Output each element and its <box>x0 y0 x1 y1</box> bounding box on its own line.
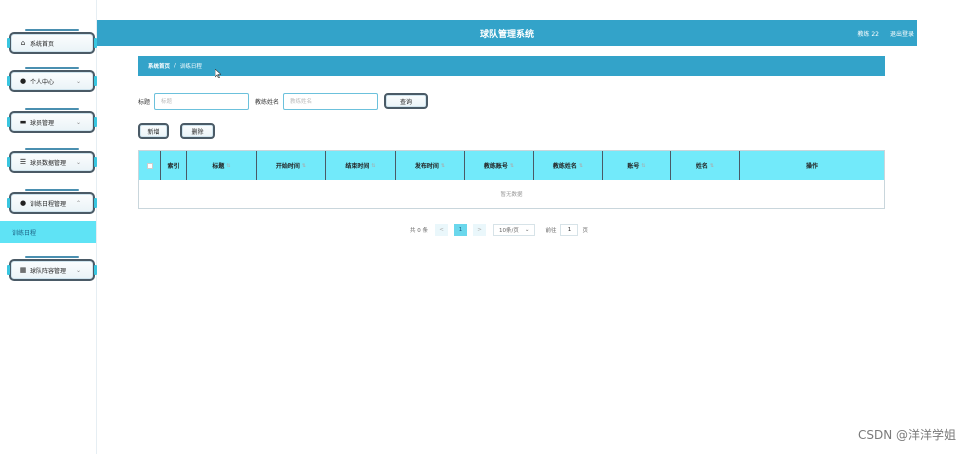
column-header[interactable]: 教练姓名 ⇅ <box>534 151 603 180</box>
logout-link[interactable]: 退出登录 <box>890 29 914 38</box>
pagination-total: 共 0 条 <box>410 228 428 234</box>
sidebar-item-profile[interactable]: ● 个人中心 ⌄ <box>7 67 97 92</box>
table-header: 索引 标题 ⇅ 开始时间 ⇅ 结束时间 ⇅ 发布时间 ⇅ 教练账号 ⇅ 教练姓名 ⇅ 账号 ⇅ <box>139 151 884 180</box>
sort-icon[interactable]: ⇅ <box>641 163 645 169</box>
user-icon: ● <box>19 77 27 85</box>
chevron-up-icon: ⌃ <box>75 199 81 207</box>
sort-icon[interactable]: ⇅ <box>371 163 375 169</box>
sidebar-item-players[interactable]: ▬ 球员管理 ⌄ <box>7 108 97 133</box>
sort-icon[interactable]: ⇅ <box>226 163 230 169</box>
app-title: 球队管理系统 <box>479 30 534 40</box>
column-header: 操作 <box>805 163 818 170</box>
column-header[interactable]: 账号 ⇅ <box>603 151 671 180</box>
sort-icon[interactable]: ⇅ <box>579 163 583 169</box>
sidebar-item-lineup[interactable]: ▦ 球队阵容管理 ⌄ <box>7 256 97 281</box>
list-icon: ☰ <box>19 158 27 166</box>
sort-icon[interactable]: ⇅ <box>441 163 445 169</box>
goto-page-input[interactable]: 1 <box>560 224 579 236</box>
schedule-table: 索引 标题 ⇅ 开始时间 ⇅ 结束时间 ⇅ 发布时间 ⇅ 教练账号 ⇅ 教练姓名 ⇅ 账号 ⇅ <box>138 150 885 209</box>
column-header[interactable]: 发布时间 ⇅ <box>396 151 465 180</box>
chevron-down-icon: ⌄ <box>75 266 81 274</box>
select-all-checkbox-cell[interactable] <box>139 151 161 180</box>
chevron-down-icon: ⌄ <box>524 227 530 233</box>
watermark: CSDN @洋洋学姐 <box>857 428 956 442</box>
page-number-button[interactable]: 1 <box>454 224 467 236</box>
column-header[interactable]: 标题 ⇅ <box>187 151 257 180</box>
chevron-down-icon: ⌄ <box>75 77 81 85</box>
table-empty-text: 暂无数据 <box>500 192 523 198</box>
title-search-input[interactable]: 标题 <box>154 92 250 110</box>
app: ⌂ 系统首页 ● 个人中心 ⌄ ▬ 球员管理 ⌄ ☰ 球员数据管理 ⌄ ● 训练… <box>0 0 970 454</box>
column-header[interactable]: 教练账号 ⇅ <box>465 151 534 180</box>
grid-icon: ▦ <box>19 266 27 274</box>
chevron-down-icon: ⌄ <box>75 158 81 166</box>
home-icon: ⌂ <box>20 39 26 47</box>
breadcrumb-current: 训练日程 <box>179 64 202 70</box>
sort-icon[interactable]: ⇅ <box>302 163 306 169</box>
user-icon: ● <box>19 199 27 207</box>
column-header[interactable]: 姓名 ⇅ <box>671 151 740 180</box>
sidebar-subitem-label: 训练日程 <box>12 229 37 237</box>
column-header: 索引 <box>161 151 187 180</box>
search-bar: 标题 标题 教练姓名 教练姓名 查询 <box>138 92 429 110</box>
sidebar: ⌂ 系统首页 ● 个人中心 ⌄ ▬ 球员管理 ⌄ ☰ 球员数据管理 ⌄ ● 训练… <box>0 0 97 454</box>
column-header[interactable]: 开始时间 ⇅ <box>257 151 326 180</box>
pagination: 共 0 条 < 1 > 10条/页 ⌄ 前往 1 页 <box>410 223 588 237</box>
sidebar-item-home[interactable]: ⌂ 系统首页 <box>7 29 97 54</box>
query-button[interactable]: 查询 <box>384 93 429 109</box>
title-label: 标题 <box>138 98 151 106</box>
add-button[interactable]: 新增 <box>138 123 169 139</box>
next-page-button[interactable]: > <box>473 224 486 236</box>
mouse-cursor-icon <box>215 69 221 78</box>
breadcrumb-separator: / <box>174 63 176 69</box>
page-unit-label: 页 <box>582 228 588 234</box>
breadcrumb: 系统首页 / 训练日程 <box>138 56 885 76</box>
monitor-icon: ▬ <box>19 118 27 126</box>
coach-name-search-input[interactable]: 教练姓名 <box>283 92 379 110</box>
delete-button[interactable]: 删除 <box>180 123 215 139</box>
coach-name-label: 教练姓名 <box>255 98 280 106</box>
breadcrumb-home[interactable]: 系统首页 <box>148 62 170 70</box>
column-header[interactable]: 结束时间 ⇅ <box>326 151 396 180</box>
goto-label: 前往 <box>545 228 557 234</box>
page-size-select[interactable]: 10条/页 ⌄ <box>493 224 536 236</box>
sidebar-subitem-training-schedule[interactable]: 训练日程 <box>0 221 96 243</box>
current-user: 教练 22 <box>857 31 879 38</box>
select-all-checkbox[interactable] <box>146 162 153 169</box>
sort-icon[interactable]: ⇅ <box>510 163 514 169</box>
sidebar-item-player-data[interactable]: ☰ 球员数据管理 ⌄ <box>7 148 97 173</box>
sort-icon[interactable]: ⇅ <box>710 163 714 169</box>
sidebar-item-training[interactable]: ● 训练日程管理 ⌃ <box>7 189 97 214</box>
prev-page-button[interactable]: < <box>435 224 448 236</box>
chevron-down-icon: ⌄ <box>75 118 81 126</box>
top-header: 球队管理系统 教练 22 退出登录 <box>97 20 917 46</box>
